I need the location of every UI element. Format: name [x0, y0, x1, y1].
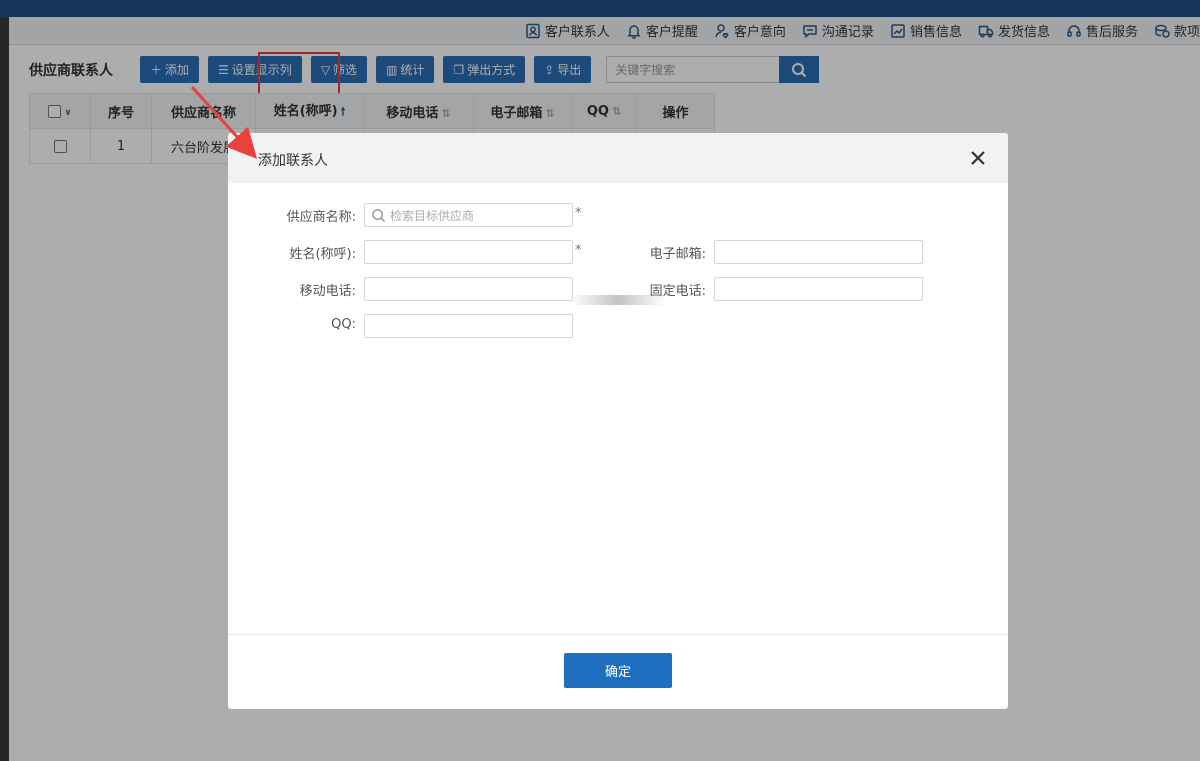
close-icon — [971, 151, 985, 165]
search-icon — [372, 208, 386, 222]
dialog-header: 添加联系人 — [228, 133, 1008, 183]
add-contact-dialog: 添加联系人 供应商名称: 检索目标供应商 * 姓名(称呼): * 电子邮箱: 移… — [228, 133, 1008, 709]
mobile-field[interactable] — [364, 277, 573, 301]
close-button[interactable] — [968, 148, 988, 168]
supplier-placeholder: 检索目标供应商 — [390, 208, 475, 223]
dialog-title: 添加联系人 — [258, 153, 328, 169]
qq-label: QQ: — [331, 317, 356, 332]
mobile-label: 移动电话: — [299, 284, 356, 299]
email-field[interactable] — [714, 240, 923, 264]
required-mark: * — [575, 206, 582, 221]
blurred-watermark — [570, 295, 666, 305]
name-label: 姓名(称呼): — [289, 247, 356, 262]
name-field[interactable] — [364, 240, 573, 264]
supplier-search-input[interactable]: 检索目标供应商 — [364, 203, 573, 227]
confirm-button[interactable]: 确定 — [564, 653, 672, 688]
dialog-footer: 确定 — [228, 634, 1008, 709]
supplier-label: 供应商名称: — [286, 210, 356, 225]
email-label: 电子邮箱: — [649, 247, 706, 262]
required-mark: * — [575, 243, 582, 258]
phone-field[interactable] — [714, 277, 923, 301]
qq-field[interactable] — [364, 314, 573, 338]
